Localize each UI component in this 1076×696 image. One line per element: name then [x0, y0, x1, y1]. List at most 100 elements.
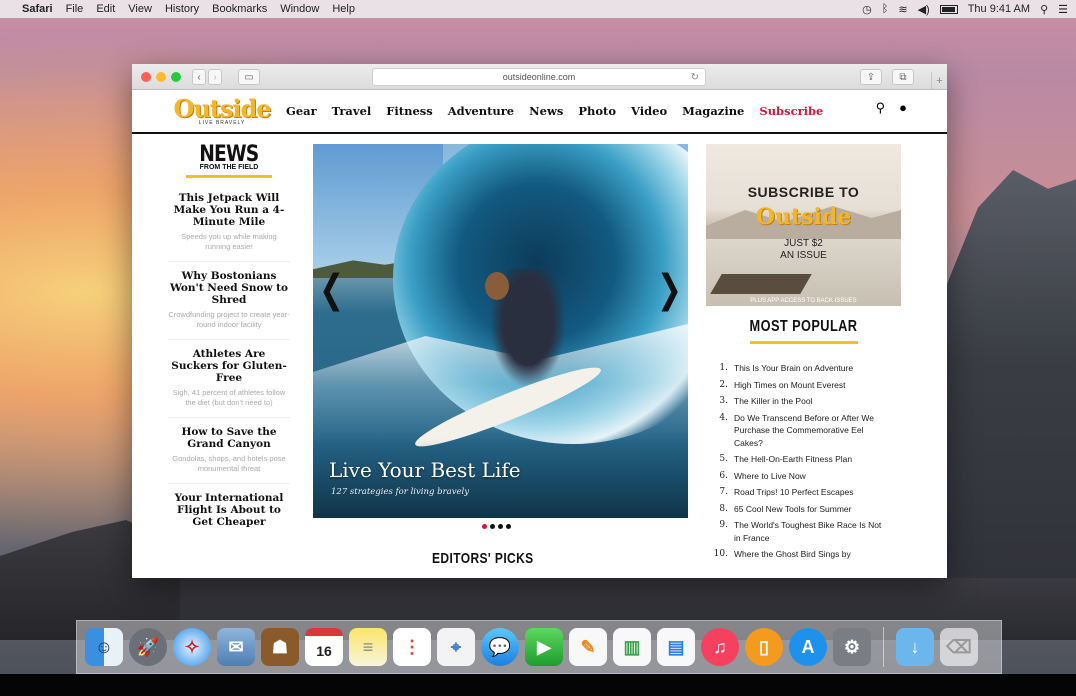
nav-travel[interactable]: Travel — [332, 104, 372, 118]
list-item-title: The Killer in the Pool — [734, 396, 813, 406]
story-headline: Your International Flight Is About to Ge… — [174, 492, 284, 528]
notification-center-icon[interactable]: ☰ — [1058, 3, 1068, 16]
news-story[interactable]: This Jetpack Will Make You Run a 4-Minut… — [168, 184, 290, 262]
menu-window[interactable]: Window — [280, 3, 319, 15]
list-item[interactable]: 5. The Hell-On-Earth Fitness Plan — [712, 453, 901, 466]
share-icon[interactable]: ⇪ — [860, 69, 882, 85]
nav-fitness[interactable]: Fitness — [386, 104, 432, 118]
nav-video[interactable]: Video — [631, 104, 667, 118]
list-item-title: 65 Cool New Tools for Summer — [734, 503, 852, 514]
carousel-prev-icon[interactable]: ❮ — [319, 267, 344, 313]
forward-button[interactable]: › — [208, 69, 222, 85]
search-icon[interactable]: ⚲ — [876, 100, 886, 116]
nav-photo[interactable]: Photo — [578, 104, 616, 118]
finder-icon[interactable]: ☺ — [85, 628, 123, 666]
time-machine-icon[interactable]: ◷ — [862, 3, 872, 16]
list-item[interactable]: 6. Where to Live Now — [712, 470, 901, 483]
nav-magazine[interactable]: Magazine — [682, 104, 744, 118]
menu-file[interactable]: File — [66, 3, 84, 15]
news-underline — [186, 175, 272, 178]
downloads-folder-icon[interactable]: ↓ — [896, 628, 934, 666]
notes-icon[interactable]: ≡ — [349, 628, 387, 666]
subscribe-ad[interactable]: SUBSCRIBE TO Outside JUST $2 AN ISSUE PL… — [706, 144, 901, 306]
news-story[interactable]: How to Save the Grand Canyon Gondolas, s… — [168, 418, 290, 484]
address-bar[interactable]: outsideonline.com ↻ — [372, 68, 706, 86]
hero-carousel[interactable]: ❮ ❯ Live Your Best Life 127 strategies f… — [313, 144, 688, 518]
tabs-overview-icon[interactable]: ⧉ — [892, 69, 914, 85]
contacts-icon[interactable]: ☗ — [261, 628, 299, 666]
facetime-icon[interactable]: ▶ — [525, 628, 563, 666]
most-popular-title: MOST POPULAR — [749, 318, 858, 335]
nav-adventure[interactable]: Adventure — [448, 104, 514, 118]
news-story[interactable]: Athletes Are Suckers for Gluten-Free Sig… — [168, 340, 290, 418]
list-item[interactable]: 10. Where the Ghost Bird Sings by — [712, 548, 901, 561]
status-area: ◷ ᛒ ≋ ◀) Thu 9:41 AM ⚲ ☰ — [862, 3, 1068, 16]
carousel-dot[interactable] — [490, 524, 495, 529]
reminders-icon[interactable]: ⋮ — [393, 628, 431, 666]
nav-news[interactable]: News — [529, 104, 563, 118]
menu-clock[interactable]: Thu 9:41 AM — [968, 3, 1030, 15]
carousel-dot[interactable] — [482, 524, 487, 529]
list-item[interactable]: 9. The World's Toughest Bike Race Is Not … — [712, 519, 901, 544]
trash-icon[interactable]: ⌫ — [940, 628, 978, 666]
list-number: 6. — [719, 470, 728, 481]
list-number: 2. — [719, 379, 728, 390]
story-headline: How to Save the Grand Canyon — [181, 426, 277, 450]
launchpad-icon[interactable]: 🚀 — [129, 628, 167, 666]
carousel-next-icon[interactable]: ❯ — [657, 267, 682, 313]
keynote-icon[interactable]: ▤ — [657, 628, 695, 666]
story-dek: Gondolas, shops, and hotels pose monumen… — [172, 454, 286, 473]
wifi-icon[interactable]: ≋ — [898, 3, 907, 16]
itunes-icon[interactable]: ♫ — [701, 628, 739, 666]
battery-icon[interactable] — [939, 4, 958, 14]
safari-icon[interactable]: ✧ — [173, 628, 211, 666]
ibooks-icon[interactable]: ▯ — [745, 628, 783, 666]
menu-view[interactable]: View — [128, 3, 152, 15]
fullscreen-window-button[interactable] — [171, 72, 181, 82]
messages-icon[interactable]: 💬 — [481, 628, 519, 666]
new-tab-button[interactable]: + — [931, 72, 947, 90]
pages-icon[interactable]: ✎ — [569, 628, 607, 666]
list-item[interactable]: 3. The Killer in the Pool — [712, 395, 901, 408]
minimize-window-button[interactable] — [156, 72, 166, 82]
list-item[interactable]: 1. This Is Your Brain on Adventure — [712, 362, 901, 375]
account-icon[interactable]: ● — [899, 100, 907, 116]
calendar-icon[interactable]: 16 — [305, 628, 343, 666]
nav-gear[interactable]: Gear — [286, 104, 317, 118]
menu-history[interactable]: History — [165, 3, 199, 15]
menu-edit[interactable]: Edit — [96, 3, 115, 15]
volume-icon[interactable]: ◀) — [918, 3, 930, 16]
nav-subscribe[interactable]: Subscribe — [759, 104, 823, 118]
back-button[interactable]: ‹ — [192, 69, 206, 85]
story-headline: Athletes Are Suckers for Gluten-Free — [171, 348, 287, 384]
menu-bookmarks[interactable]: Bookmarks — [212, 3, 267, 15]
list-item[interactable]: 7. Road Trips! 10 Perfect Escapes — [712, 486, 901, 499]
system-preferences-icon[interactable]: ⚙ — [833, 628, 871, 666]
site-header: Outside LIVE BRAVELY Gear Travel Fitness… — [132, 90, 947, 134]
close-window-button[interactable] — [141, 72, 151, 82]
safari-window: ‹ › ▭ outsideonline.com ↻ ⇪ ⧉ + Outside … — [132, 64, 947, 578]
app-store-icon[interactable]: A — [789, 628, 827, 666]
ad-fine-print: PLUS APP ACCESS TO BACK ISSUES — [750, 298, 857, 304]
menu-help[interactable]: Help — [332, 3, 355, 15]
site-logo[interactable]: Outside LIVE BRAVELY — [170, 94, 274, 126]
news-story[interactable]: Why Bostonians Won't Need Snow to Shred … — [168, 262, 290, 340]
numbers-icon[interactable]: ▥ — [613, 628, 651, 666]
hero-title[interactable]: Live Your Best Life — [329, 458, 521, 482]
maps-icon[interactable]: ⌖ — [437, 628, 475, 666]
list-item[interactable]: 8. 65 Cool New Tools for Summer — [712, 503, 901, 516]
spotlight-icon[interactable]: ⚲ — [1040, 3, 1048, 16]
list-item-title: Do We Transcend Before or After We Purch… — [734, 412, 875, 448]
menu-safari[interactable]: Safari — [22, 3, 53, 15]
mail-icon[interactable]: ✉ — [217, 628, 255, 666]
list-item[interactable]: 2. High Times on Mount Everest — [712, 379, 901, 392]
sidebar-icon[interactable]: ▭ — [238, 69, 260, 85]
reload-icon[interactable]: ↻ — [691, 72, 699, 83]
most-popular-underline — [749, 341, 858, 344]
carousel-dot[interactable] — [506, 524, 511, 529]
bluetooth-icon[interactable]: ᛒ — [882, 3, 889, 15]
carousel-dot[interactable] — [498, 524, 503, 529]
list-item[interactable]: 4. Do We Transcend Before or After We Pur… — [712, 412, 901, 450]
story-headline: Why Bostonians Won't Need Snow to Shred — [169, 270, 289, 306]
news-story[interactable]: Your International Flight Is About to Ge… — [168, 484, 290, 538]
